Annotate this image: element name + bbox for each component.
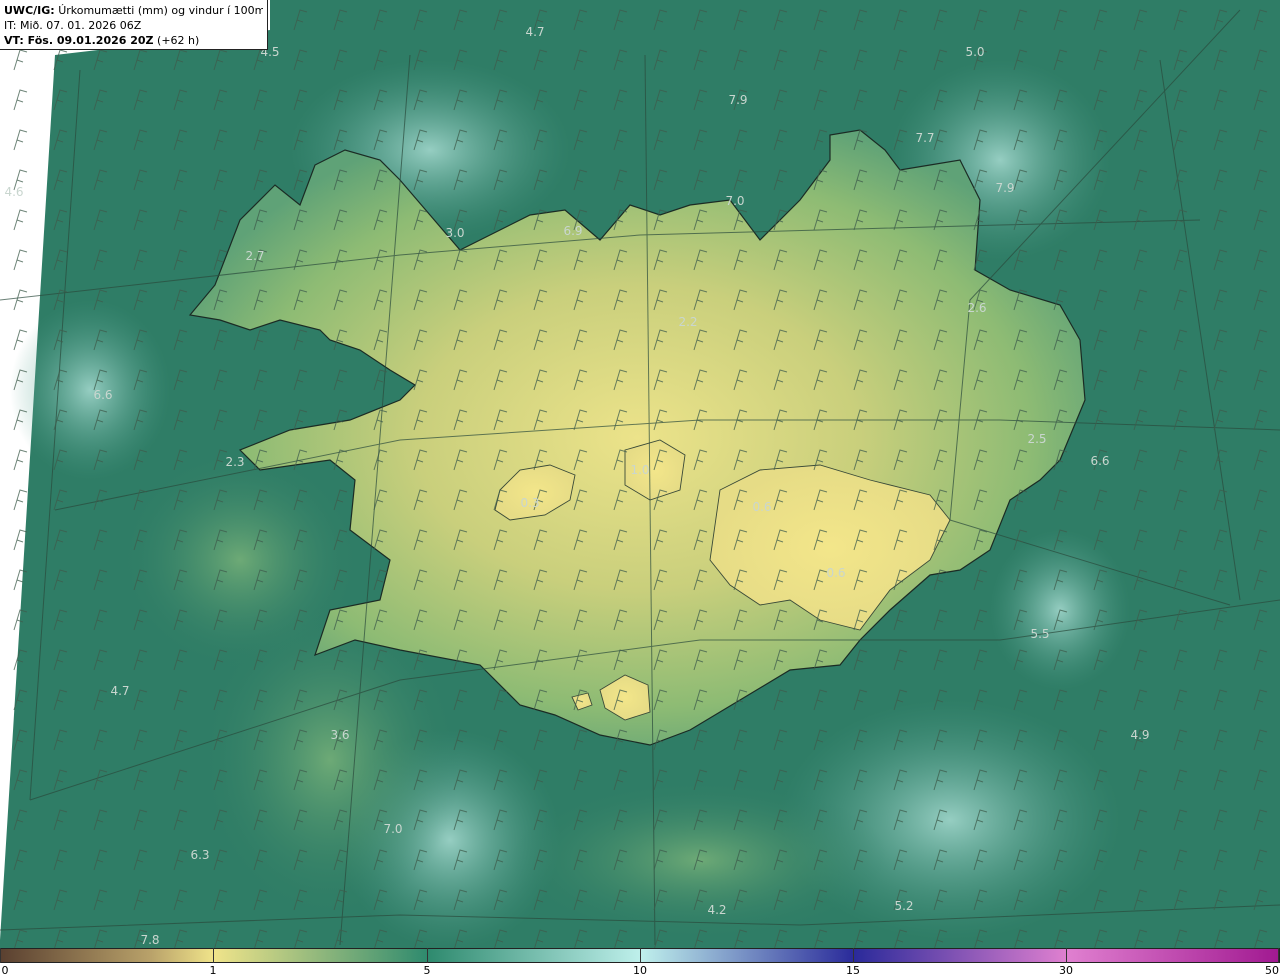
color-scale-tick-mark (427, 948, 428, 963)
color-scale-tick-label: 5 (423, 964, 431, 977)
color-scale-tick-mark (213, 948, 214, 963)
grid-value-label: 7.9 (995, 181, 1014, 195)
color-scale-tick-mark (1278, 948, 1279, 963)
grid-value-label: 1.0 (630, 463, 649, 477)
grid-value-label: 5.5 (1030, 627, 1049, 641)
init-time: IT: Mið. 07. 01. 2026 06Z (4, 19, 142, 32)
grid-value-label: 2.5 (1027, 432, 1046, 446)
grid-value-label: 3.0 (445, 226, 464, 240)
grid-value-label: 4.7 (110, 684, 129, 698)
title-row: UWC/IG: Úrkomumætti (mm) og vindur í 100… (4, 3, 263, 18)
grid-value-label: 7.0 (725, 194, 744, 208)
model-label: UWC/IG: (4, 4, 55, 17)
grid-value-label: 0.3 (520, 496, 539, 510)
map-header: UWC/IG: Úrkomumætti (mm) og vindur í 100… (0, 0, 268, 50)
grid-value-label: 7.0 (383, 822, 402, 836)
grid-value-label: 7.9 (728, 93, 747, 107)
grid-value-label: 4.9 (1130, 728, 1149, 742)
grid-value-label: 0.6 (752, 500, 771, 514)
grid-value-label: 7.8 (140, 933, 159, 947)
grid-value-label: 0.6 (826, 566, 845, 580)
grid-value-label: 2.6 (967, 301, 986, 315)
color-scale-tick-label: 50 (1265, 964, 1279, 977)
grid-value-label: 7.7 (915, 131, 934, 145)
grid-value-label: 2.7 (245, 249, 264, 263)
grid-value-label: 3.6 (330, 728, 349, 742)
color-scale-tick-mark (640, 948, 641, 963)
grid-value-label: 6.3 (190, 848, 209, 862)
color-scale-tick-mark (1066, 948, 1067, 963)
grid-value-label: 6.6 (93, 388, 112, 402)
color-scale-tick-label: 1 (209, 964, 217, 977)
valid-time-row: VT: Fös. 09.01.2026 20Z (+62 h) (4, 33, 263, 48)
color-scale-tick-mark (853, 948, 854, 963)
valid-time: VT: Fös. 09.01.2026 20Z (4, 34, 154, 47)
color-scale-tick-label: 30 (1059, 964, 1073, 977)
grid-value-label: 2.2 (678, 315, 697, 329)
grid-value-label: 5.2 (894, 899, 913, 913)
grid-value-label: 6.6 (1090, 454, 1109, 468)
color-scale-tick-label: 0 (1, 964, 9, 977)
precipitation-wind-map[interactable]: 4.74.5 5.07.97.77.94.67.06.93.02.72.62.26… (0, 0, 1280, 948)
grid-value-label: 5.0 (965, 45, 984, 59)
grid-value-label: 4.2 (707, 903, 726, 917)
grid-value-label: 4.6 (4, 185, 23, 199)
grid-value-label: 2.3 (225, 455, 244, 469)
color-scale-bar: 0 1 5 10 15 30 50 (0, 948, 1280, 978)
color-scale-tick-label: 15 (846, 964, 860, 977)
grid-value-label: 4.7 (525, 25, 544, 39)
color-scale-tick-label: 10 (633, 964, 647, 977)
forecast-offset: (+62 h) (157, 34, 200, 47)
chart-title: Úrkomumætti (mm) og vindur í 100m hæð (58, 4, 263, 17)
grid-value-label: 6.9 (563, 224, 582, 238)
color-scale-tick-mark (0, 948, 1, 963)
